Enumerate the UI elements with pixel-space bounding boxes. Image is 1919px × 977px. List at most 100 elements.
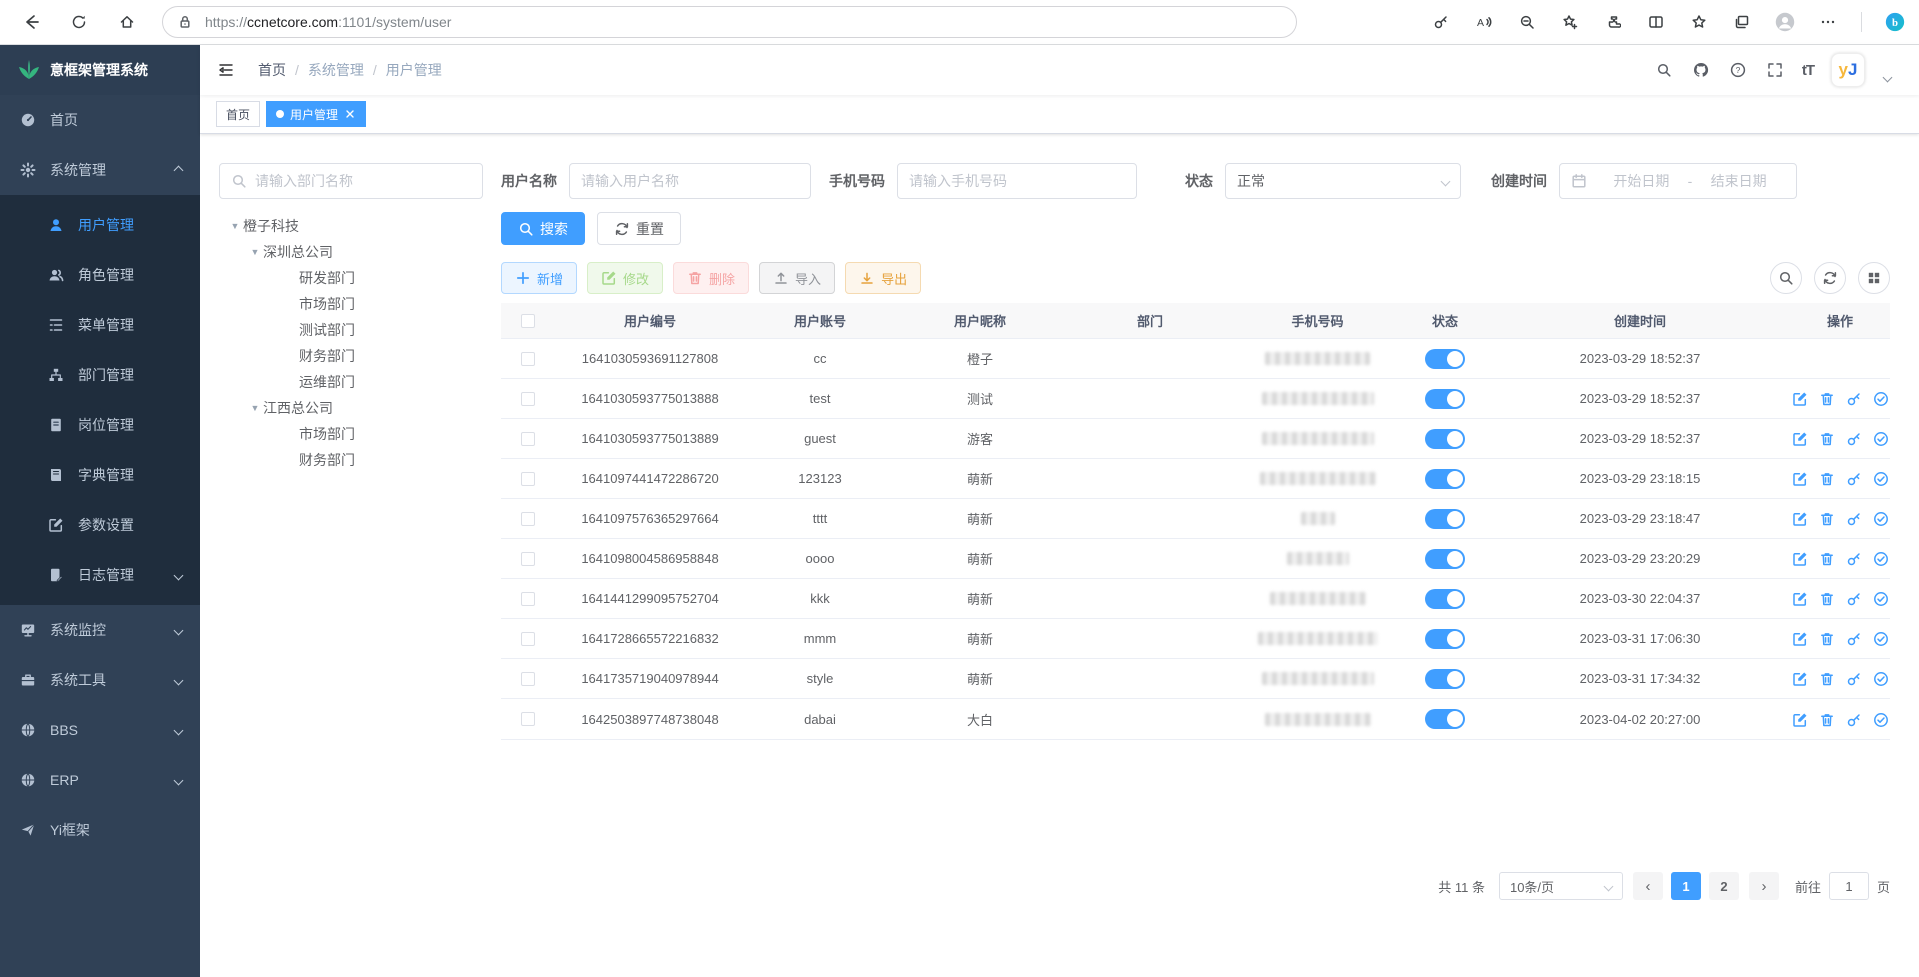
delete-icon[interactable] — [1819, 471, 1834, 486]
reset-password-icon[interactable] — [1846, 631, 1861, 646]
add-favorite-icon[interactable] — [1560, 12, 1580, 32]
page-button-1[interactable]: 1 — [1671, 872, 1701, 900]
avatar-caret-icon[interactable] — [1883, 72, 1893, 82]
favorites-icon[interactable] — [1689, 12, 1709, 32]
edit-icon[interactable] — [1792, 431, 1807, 446]
copilot-icon[interactable]: b — [1885, 12, 1905, 32]
row-checkbox[interactable] — [521, 592, 535, 606]
status-toggle[interactable] — [1425, 509, 1465, 529]
assign-role-icon[interactable] — [1873, 671, 1888, 686]
font-size-icon[interactable]: tT — [1802, 62, 1814, 79]
edit-icon[interactable] — [1792, 471, 1807, 486]
tree-node[interactable]: 测试部门 — [219, 317, 483, 343]
github-icon[interactable] — [1691, 60, 1711, 80]
sidebar-item-dict[interactable]: 字典管理 — [0, 450, 200, 500]
header-search-icon[interactable] — [1654, 60, 1674, 80]
username-input[interactable] — [569, 163, 811, 199]
sidebar-item-monitor[interactable]: 系统监控 — [0, 605, 200, 655]
tab-user-management[interactable]: 用户管理 — [266, 101, 366, 127]
goto-page-input[interactable] — [1829, 872, 1869, 900]
prev-page-button[interactable]: ‹ — [1633, 872, 1663, 900]
row-checkbox[interactable] — [521, 512, 535, 526]
delete-icon[interactable] — [1819, 391, 1834, 406]
reset-button[interactable]: 重置 — [597, 212, 681, 245]
zoom-out-icon[interactable] — [1517, 12, 1537, 32]
status-toggle[interactable] — [1425, 709, 1465, 729]
caret-expanded-icon[interactable]: ▼ — [227, 221, 243, 231]
browser-home-icon[interactable] — [110, 5, 144, 39]
table-refresh-button[interactable] — [1814, 262, 1846, 294]
tree-node[interactable]: 市场部门 — [219, 291, 483, 317]
user-avatar[interactable]: yJ — [1831, 53, 1865, 87]
import-button[interactable]: 导入 — [759, 262, 835, 294]
extensions-icon[interactable] — [1603, 12, 1623, 32]
edit-icon[interactable] — [1792, 551, 1807, 566]
search-button[interactable]: 搜索 — [501, 212, 585, 245]
edit-button[interactable]: 修改 — [587, 262, 663, 294]
reset-password-icon[interactable] — [1846, 591, 1861, 606]
tree-node[interactable]: ▼深圳总公司 — [219, 239, 483, 265]
sidebar-item-home[interactable]: 首页 — [0, 95, 200, 145]
dept-search-field[interactable] — [255, 173, 471, 189]
status-toggle[interactable] — [1425, 389, 1465, 409]
date-range-picker[interactable]: 开始日期 - 结束日期 — [1559, 163, 1797, 199]
tree-node[interactable]: ▼橙子科技 — [219, 213, 483, 239]
status-select[interactable]: 正常 — [1225, 163, 1461, 199]
tab-home[interactable]: 首页 — [216, 101, 260, 127]
date-end-placeholder[interactable]: 结束日期 — [1692, 171, 1785, 191]
delete-icon[interactable] — [1819, 712, 1834, 727]
delete-icon[interactable] — [1819, 631, 1834, 646]
assign-role-icon[interactable] — [1873, 551, 1888, 566]
tree-node[interactable]: 市场部门 — [219, 421, 483, 447]
assign-role-icon[interactable] — [1873, 712, 1888, 727]
read-aloud-icon[interactable]: A — [1474, 12, 1494, 32]
assign-role-icon[interactable] — [1873, 511, 1888, 526]
tree-node[interactable]: 研发部门 — [219, 265, 483, 291]
sidebar-item-log[interactable]: 日志管理 — [0, 550, 200, 600]
username-field[interactable] — [581, 173, 799, 189]
delete-icon[interactable] — [1819, 431, 1834, 446]
status-toggle[interactable] — [1425, 429, 1465, 449]
delete-icon[interactable] — [1819, 591, 1834, 606]
edit-icon[interactable] — [1792, 671, 1807, 686]
select-all-checkbox[interactable] — [521, 314, 535, 328]
delete-icon[interactable] — [1819, 511, 1834, 526]
sidebar-item-dept[interactable]: 部门管理 — [0, 350, 200, 400]
phone-input[interactable] — [897, 163, 1137, 199]
reset-password-icon[interactable] — [1846, 551, 1861, 566]
page-button-2[interactable]: 2 — [1709, 872, 1739, 900]
status-toggle[interactable] — [1425, 669, 1465, 689]
next-page-button[interactable]: › — [1749, 872, 1779, 900]
reset-password-icon[interactable] — [1846, 391, 1861, 406]
sidebar-item-bbs[interactable]: BBS — [0, 705, 200, 755]
status-toggle[interactable] — [1425, 549, 1465, 569]
edit-icon[interactable] — [1792, 511, 1807, 526]
row-checkbox[interactable] — [521, 672, 535, 686]
sidebar-item-erp[interactable]: ERP — [0, 755, 200, 805]
sidebar-item-tool[interactable]: 系统工具 — [0, 655, 200, 705]
row-checkbox[interactable] — [521, 712, 535, 726]
add-button[interactable]: 新增 — [501, 262, 577, 294]
status-toggle[interactable] — [1425, 469, 1465, 489]
date-start-placeholder[interactable]: 开始日期 — [1595, 171, 1688, 191]
sidebar-item-menu[interactable]: 菜单管理 — [0, 300, 200, 350]
reset-password-icon[interactable] — [1846, 431, 1861, 446]
password-key-icon[interactable] — [1431, 12, 1451, 32]
table-columns-button[interactable] — [1858, 262, 1890, 294]
tree-node[interactable]: 财务部门 — [219, 343, 483, 369]
assign-role-icon[interactable] — [1873, 391, 1888, 406]
reset-password-icon[interactable] — [1846, 471, 1861, 486]
row-checkbox[interactable] — [521, 472, 535, 486]
assign-role-icon[interactable] — [1873, 471, 1888, 486]
edit-icon[interactable] — [1792, 631, 1807, 646]
status-toggle[interactable] — [1425, 589, 1465, 609]
status-toggle[interactable] — [1425, 629, 1465, 649]
close-icon[interactable] — [344, 108, 356, 120]
delete-icon[interactable] — [1819, 671, 1834, 686]
row-checkbox[interactable] — [521, 632, 535, 646]
sidebar-item-param[interactable]: 参数设置 — [0, 500, 200, 550]
collections-icon[interactable] — [1732, 12, 1752, 32]
caret-expanded-icon[interactable]: ▼ — [247, 247, 263, 257]
edit-icon[interactable] — [1792, 391, 1807, 406]
table-search-toggle-button[interactable] — [1770, 262, 1802, 294]
